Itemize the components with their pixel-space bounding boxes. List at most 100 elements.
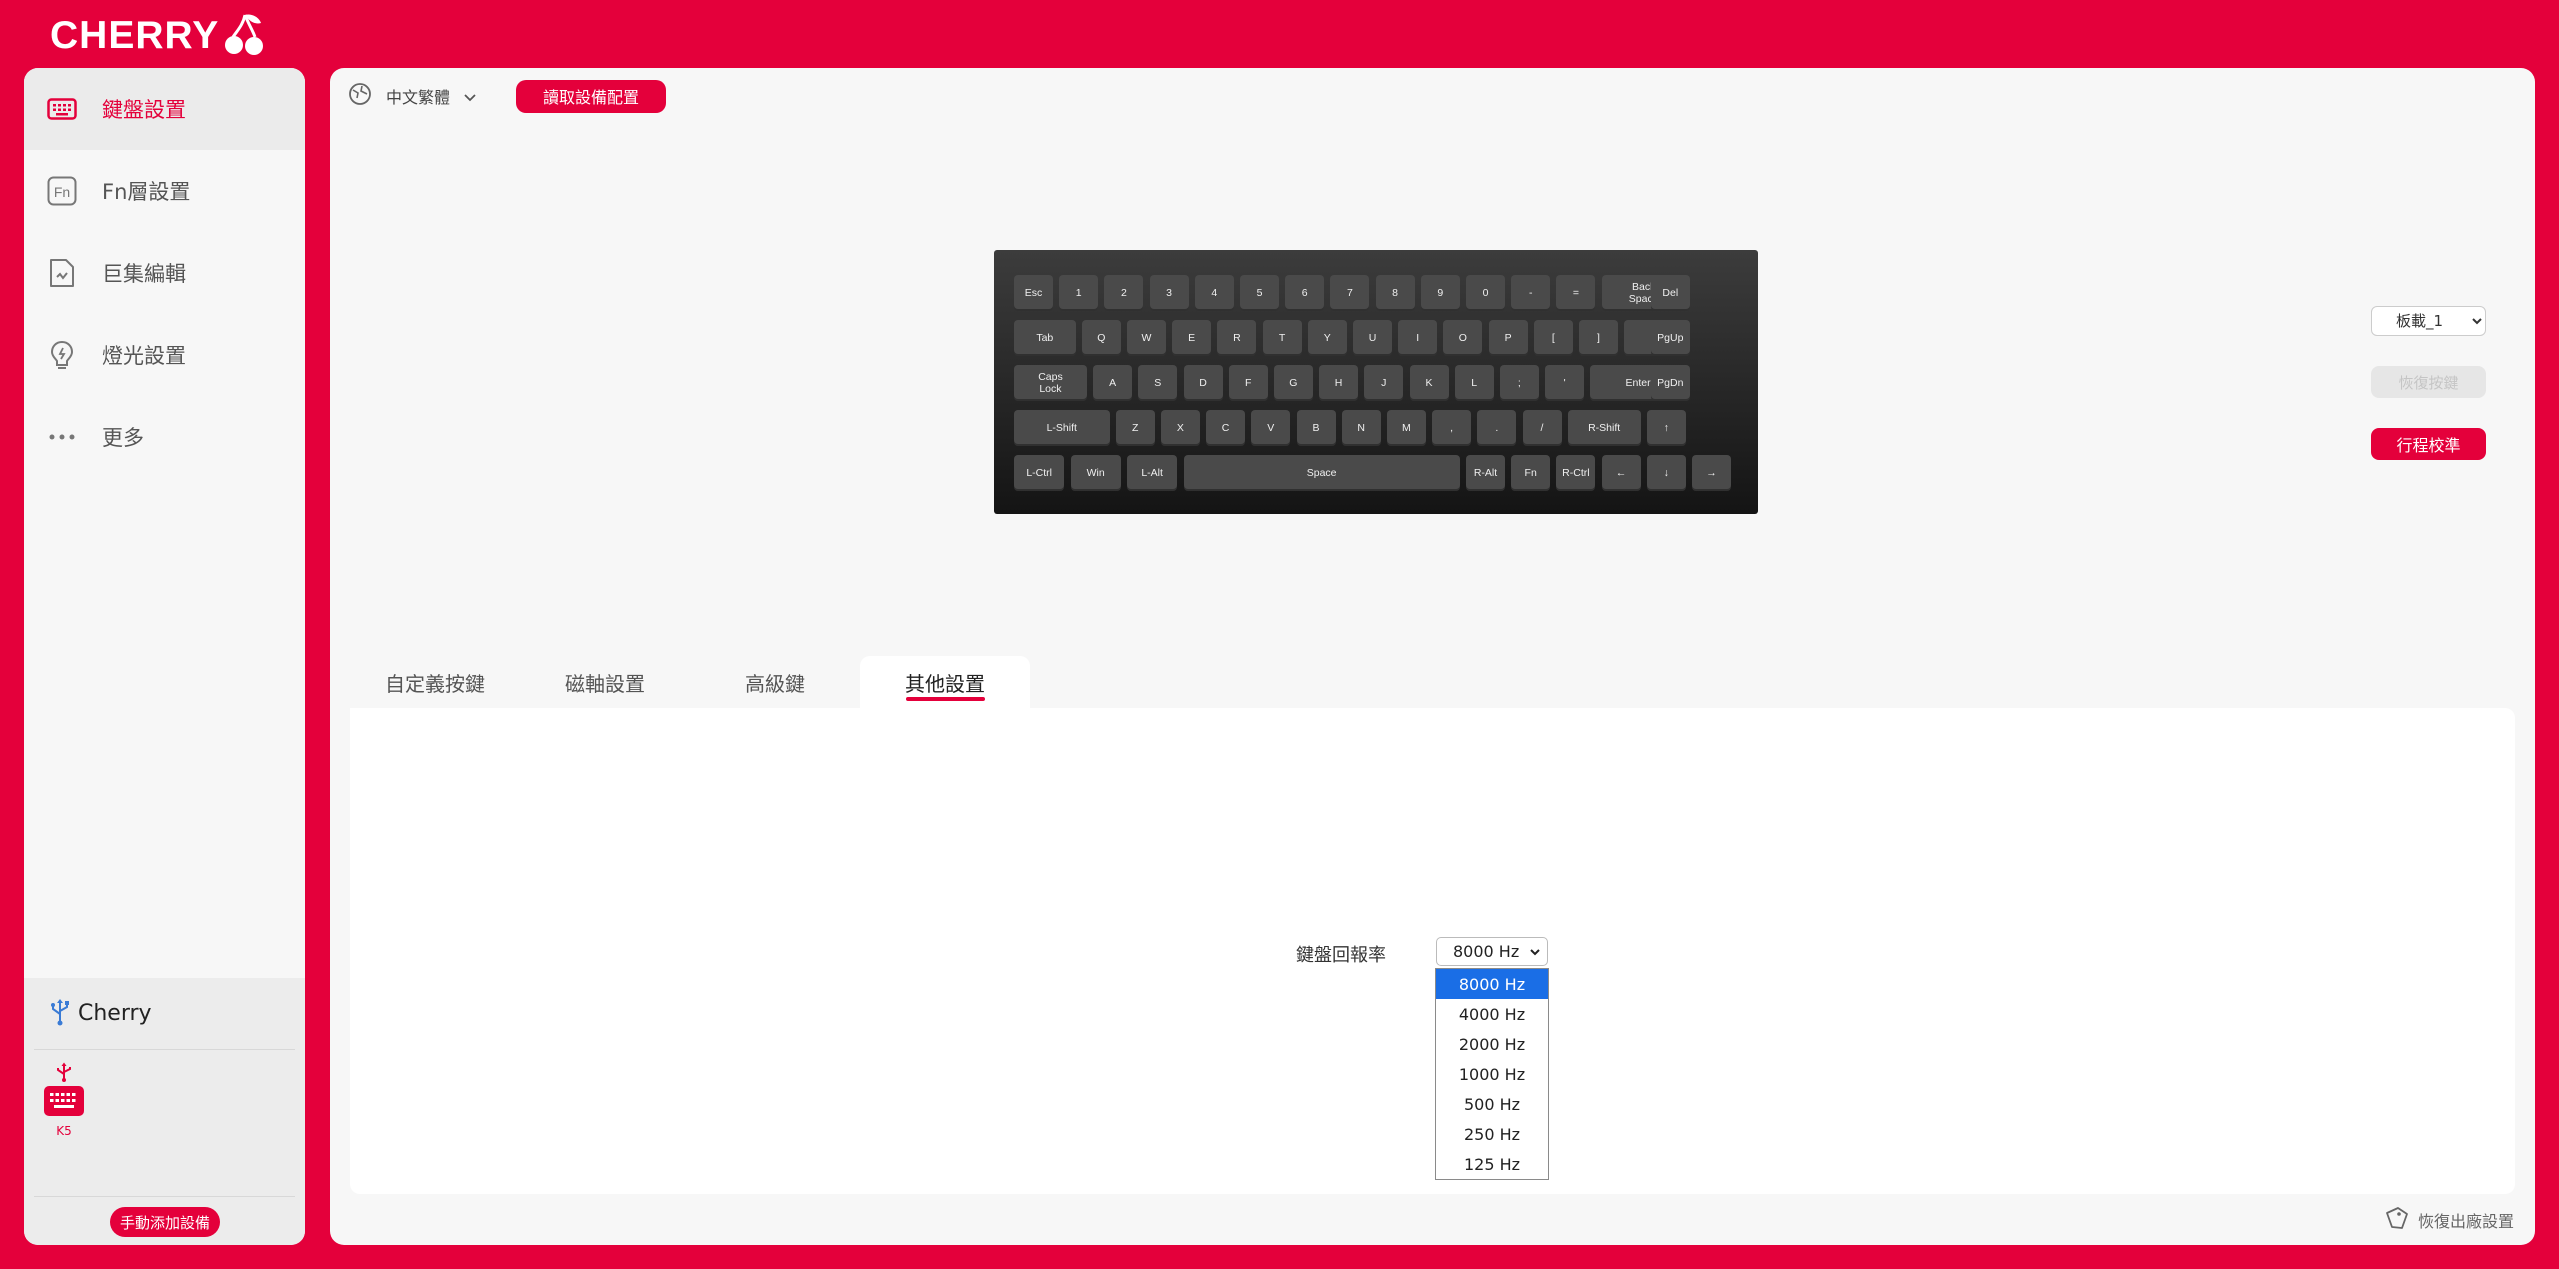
polling-rate-select[interactable]: 8000 Hz	[1436, 937, 1548, 966]
key-↓[interactable]: ↓	[1646, 455, 1686, 491]
key-caps-lock[interactable]: Caps Lock	[1014, 365, 1087, 401]
device-panel: Cherry K5 手動添加設備	[24, 978, 305, 1245]
key-w[interactable]: W	[1127, 320, 1166, 356]
key-u[interactable]: U	[1353, 320, 1392, 356]
polling-rate-option[interactable]: 8000 Hz	[1436, 969, 1548, 999]
key-p[interactable]: P	[1488, 320, 1528, 356]
key-2[interactable]: 2	[1104, 275, 1144, 311]
add-device-button[interactable]: 手動添加設備	[110, 1207, 220, 1237]
key-n[interactable]: N	[1341, 410, 1381, 446]
key-tab[interactable]: Tab	[1014, 320, 1076, 356]
key-4[interactable]: 4	[1194, 275, 1234, 311]
settings-tabs: 自定義按鍵 磁軸設置 高級鍵 其他設置	[350, 656, 1030, 708]
key-i[interactable]: I	[1398, 320, 1438, 356]
key-pgdn[interactable]: PgDn	[1650, 365, 1690, 401]
tab-custom-keys[interactable]: 自定義按鍵	[350, 656, 520, 708]
travel-calibration-button[interactable]: 行程校準	[2371, 428, 2486, 460]
device-group-header[interactable]: Cherry	[34, 978, 295, 1050]
tab-advanced-keys[interactable]: 高級鍵	[690, 656, 860, 708]
key-space[interactable]: Space	[1183, 455, 1460, 491]
sidebar-item-fn-layer[interactable]: Fn Fn層設置	[24, 150, 305, 232]
key-][interactable]: ]	[1579, 320, 1618, 356]
polling-rate-option[interactable]: 500 Hz	[1436, 1089, 1548, 1119]
key-9[interactable]: 9	[1420, 275, 1460, 311]
sidebar-item-more[interactable]: 更多	[24, 396, 305, 478]
key-f[interactable]: F	[1228, 365, 1268, 401]
key-y[interactable]: Y	[1307, 320, 1347, 356]
language-select[interactable]: 中文繁體	[386, 84, 450, 108]
polling-rate-option[interactable]: 125 Hz	[1436, 1149, 1548, 1179]
polling-rate-option[interactable]: 4000 Hz	[1436, 999, 1548, 1029]
key-j[interactable]: J	[1364, 365, 1404, 401]
key-x[interactable]: X	[1160, 410, 1200, 446]
key-s[interactable]: S	[1138, 365, 1178, 401]
key-t[interactable]: T	[1262, 320, 1302, 356]
key-b[interactable]: B	[1296, 410, 1336, 446]
key-.[interactable]: .	[1477, 410, 1517, 446]
chevron-down-icon[interactable]	[464, 87, 476, 106]
key-7[interactable]: 7	[1330, 275, 1370, 311]
divider	[34, 1196, 295, 1197]
factory-reset-link[interactable]: 恢復出廠設置	[2384, 1205, 2514, 1235]
key-8[interactable]: 8	[1375, 275, 1415, 311]
key-v[interactable]: V	[1251, 410, 1291, 446]
profile-select[interactable]: 板載_1	[2371, 306, 2486, 336]
sidebar: 鍵盤設置 Fn Fn層設置 巨集編輯 燈光設置 更多 Cherry K5 手動添…	[24, 68, 305, 1245]
key-↑[interactable]: ↑	[1646, 410, 1686, 446]
key-q[interactable]: Q	[1081, 320, 1121, 356]
key--[interactable]: -	[1511, 275, 1551, 311]
sidebar-item-keyboard-settings[interactable]: 鍵盤設置	[24, 68, 305, 150]
key-r-alt[interactable]: R-Alt	[1466, 455, 1505, 491]
brand-name: CHERRY	[50, 14, 220, 57]
key-g[interactable]: G	[1273, 365, 1313, 401]
sidebar-item-macro-edit[interactable]: 巨集編輯	[24, 232, 305, 314]
fn-icon: Fn	[44, 173, 80, 209]
key-o[interactable]: O	[1443, 320, 1483, 356]
device-card[interactable]: K5	[42, 1062, 86, 1138]
language-icon[interactable]	[348, 82, 372, 110]
polling-rate-option[interactable]: 2000 Hz	[1436, 1029, 1548, 1059]
key-0[interactable]: 0	[1466, 275, 1505, 311]
key-a[interactable]: A	[1093, 365, 1133, 401]
key-del[interactable]: Del	[1650, 275, 1690, 311]
polling-rate-option[interactable]: 250 Hz	[1436, 1119, 1548, 1149]
key-e[interactable]: E	[1172, 320, 1212, 356]
key-c[interactable]: C	[1206, 410, 1246, 446]
key-l-ctrl[interactable]: L-Ctrl	[1014, 455, 1065, 491]
key-k[interactable]: K	[1409, 365, 1449, 401]
key-[[interactable]: [	[1533, 320, 1573, 356]
key-=[interactable]: =	[1556, 275, 1596, 311]
key-m[interactable]: M	[1386, 410, 1426, 446]
key-6[interactable]: 6	[1285, 275, 1325, 311]
key-/[interactable]: /	[1522, 410, 1562, 446]
key-win[interactable]: Win	[1070, 455, 1121, 491]
key-5[interactable]: 5	[1240, 275, 1279, 311]
more-dots-icon	[44, 419, 80, 455]
key-h[interactable]: H	[1319, 365, 1359, 401]
sidebar-item-label: 巨集編輯	[102, 262, 186, 286]
key-l-shift[interactable]: L-Shift	[1014, 410, 1110, 446]
key-,[interactable]: ,	[1432, 410, 1472, 446]
key-r[interactable]: R	[1217, 320, 1257, 356]
key-'[interactable]: '	[1545, 365, 1585, 401]
key-←[interactable]: ←	[1601, 455, 1641, 491]
key-fn[interactable]: Fn	[1511, 455, 1551, 491]
key-1[interactable]: 1	[1059, 275, 1099, 311]
tab-magnetic-switch[interactable]: 磁軸設置	[520, 656, 690, 708]
key-esc[interactable]: Esc	[1014, 275, 1053, 311]
key-;[interactable]: ;	[1499, 365, 1539, 401]
key-→[interactable]: →	[1692, 455, 1731, 491]
tab-other-settings[interactable]: 其他設置	[860, 656, 1030, 708]
polling-rate-option[interactable]: 1000 Hz	[1436, 1059, 1548, 1089]
key-l[interactable]: L	[1454, 365, 1494, 401]
key-d[interactable]: D	[1183, 365, 1223, 401]
key-z[interactable]: Z	[1115, 410, 1155, 446]
key-pgup[interactable]: PgUp	[1650, 320, 1690, 356]
restore-key-button[interactable]: 恢復按鍵	[2371, 366, 2486, 398]
key-r-ctrl[interactable]: R-Ctrl	[1556, 455, 1596, 491]
key-r-shift[interactable]: R-Shift	[1567, 410, 1641, 446]
sidebar-item-lighting[interactable]: 燈光設置	[24, 314, 305, 396]
read-device-config-button[interactable]: 讀取設備配置	[516, 79, 667, 113]
key-l-alt[interactable]: L-Alt	[1127, 455, 1178, 491]
key-3[interactable]: 3	[1149, 275, 1189, 311]
